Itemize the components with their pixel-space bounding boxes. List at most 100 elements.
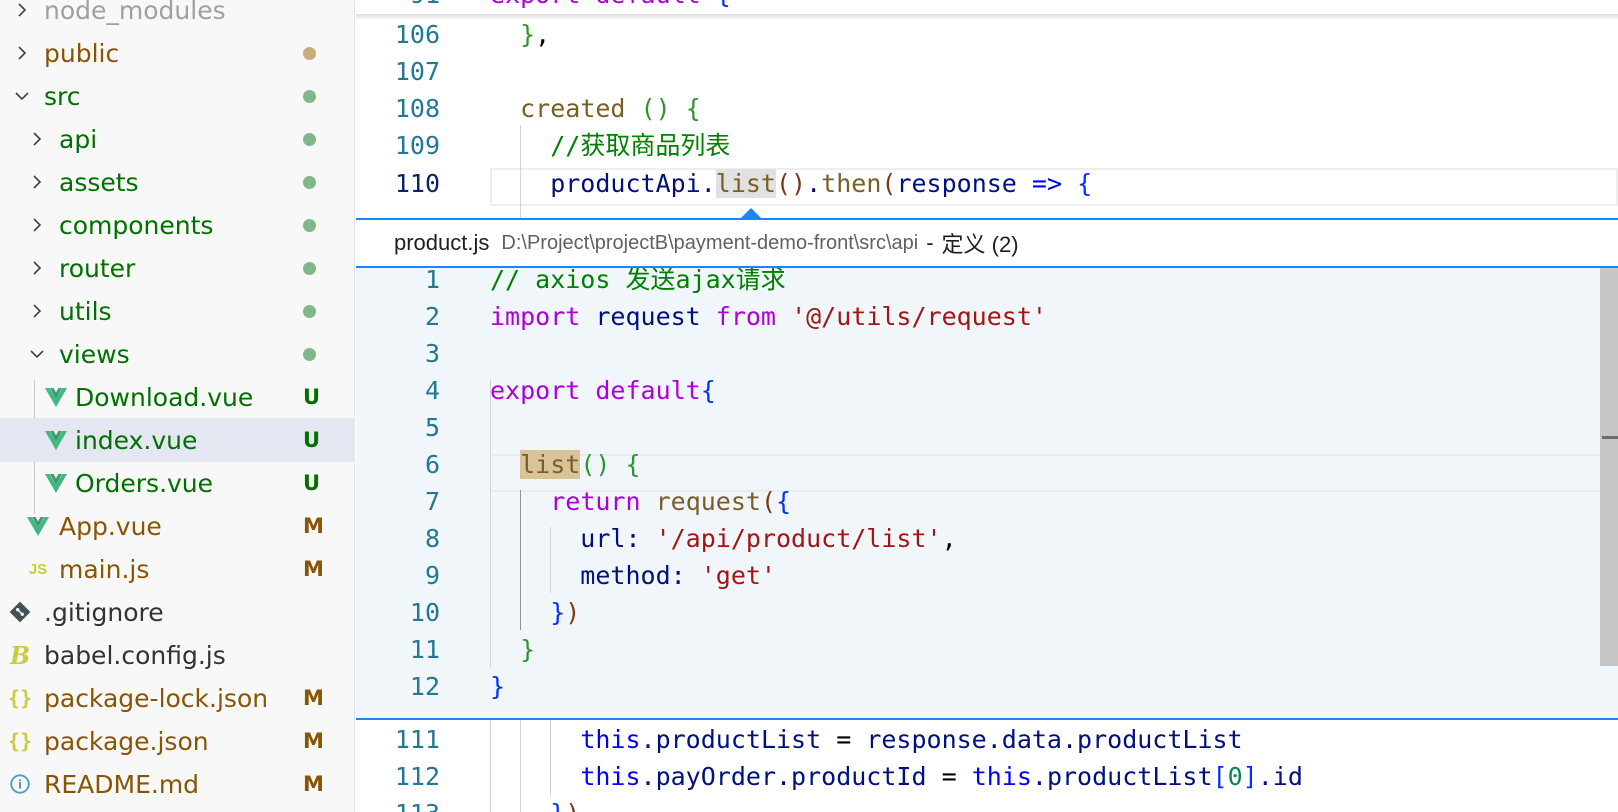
code-line[interactable]: 112 this.payOrder.productId = this.produ… (356, 758, 1618, 796)
code-token: } (490, 672, 506, 701)
chevron-right-icon[interactable] (14, 2, 30, 18)
chevron-right-icon[interactable] (29, 174, 45, 190)
code-token: export (490, 0, 580, 9)
tree-item-readme-md[interactable]: i README.md M (0, 762, 354, 806)
code-token: this (580, 725, 641, 754)
code-line[interactable]: 3 (356, 335, 1618, 373)
peek-definition-widget[interactable]: product.js D:\Project\projectB\payment-d… (356, 218, 1618, 720)
tree-item-label: utils (59, 296, 112, 326)
code-token: { (716, 0, 731, 9)
line-number: 91 (356, 0, 440, 14)
code-line[interactable]: 111 this.productList = response.data.pro… (356, 721, 1618, 759)
tree-item-node-modules[interactable]: node_modules (0, 0, 354, 32)
code-line[interactable]: 113 }) (356, 795, 1618, 812)
peek-definition-count: 定义 (2) (941, 232, 1019, 257)
tree-item-label: package-lock.json (44, 683, 269, 713)
code-text: export default{ (490, 372, 716, 410)
code-line[interactable]: 10 }) (356, 594, 1618, 632)
code-token: //获取商品列表 (550, 131, 731, 160)
code-text: }) (490, 594, 580, 632)
code-line[interactable]: 5 (356, 409, 1618, 447)
code-text: list() { (490, 446, 641, 484)
code-line[interactable]: 8 url: '/api/product/list', (356, 520, 1618, 558)
code-line[interactable]: 109 //获取商品列表 (356, 127, 1618, 165)
chevron-right-icon[interactable] (14, 45, 30, 61)
tree-item-utils[interactable]: utils (0, 289, 354, 333)
code-token: = (836, 725, 852, 754)
code-line[interactable]: 108 created () { (356, 90, 1618, 128)
peek-file-name[interactable]: product.js (394, 230, 489, 256)
line-number: 109 (394, 131, 440, 160)
code-token: return (550, 487, 641, 516)
code-line[interactable]: 11 } (356, 631, 1618, 669)
code-line[interactable]: 6 list() { (356, 446, 1618, 484)
code-token: , (535, 20, 551, 49)
peek-code[interactable]: 1 // axios 发送ajax请求 2 import request from '… (356, 268, 1618, 718)
tree-item-index-vue[interactable]: index.vue U (0, 418, 354, 462)
code-line[interactable]: 91 export default { (356, 0, 1618, 14)
vue-icon (26, 514, 50, 538)
chevron-right-icon[interactable] (29, 303, 45, 319)
code-token: this (580, 762, 641, 791)
chevron-right-icon[interactable] (29, 260, 45, 276)
tree-item-babel-config-js[interactable]: Bbabel.config.js (0, 633, 354, 677)
line-number: 107 (394, 57, 440, 86)
code-token: , (941, 524, 957, 553)
line-number: 110 (394, 169, 440, 198)
code-token: 0 (1227, 762, 1243, 791)
chevron-down-icon[interactable] (29, 346, 45, 362)
line-number: 113 (356, 795, 440, 812)
tree-item-assets[interactable]: assets (0, 160, 354, 204)
git-status-badge: U (303, 471, 321, 495)
tree-item-label: .gitignore (44, 597, 164, 627)
code-line[interactable]: 4 export default{ (356, 372, 1618, 410)
tree-item-gitignore[interactable]: .gitignore (0, 590, 354, 634)
code-editor[interactable]: 91export default {106 },107108 created (… (356, 0, 1618, 812)
peek-arrow (741, 208, 761, 218)
code-line[interactable]: 2 import request from '@/utils/request' (356, 298, 1618, 336)
code-line[interactable]: 106 }, (356, 16, 1618, 54)
git-status-dot (303, 218, 316, 232)
tree-item-components[interactable]: components (0, 203, 354, 247)
tree-item-public[interactable]: public (0, 31, 354, 75)
tree-item-src[interactable]: src (0, 74, 354, 118)
chevron-right-icon[interactable] (29, 217, 45, 233)
code-token: // axios 发送ajax请求 (490, 268, 786, 294)
code-line[interactable]: 1 // axios 发送ajax请求 (356, 268, 1618, 299)
chevron-down-icon[interactable] (14, 88, 30, 104)
code-text: } (490, 668, 505, 706)
tree-item-orders-vue[interactable]: Orders.vue U (0, 461, 354, 505)
code-line[interactable]: 7 return request({ (356, 483, 1618, 521)
code-token: ) (565, 799, 580, 812)
chevron-right-icon[interactable] (29, 131, 45, 147)
code-token: { (700, 376, 716, 405)
tree-item-app-vue[interactable]: App.vue M (0, 504, 354, 548)
tree-item-package-lock-json[interactable]: {} package-lock.json M (0, 676, 354, 720)
indent-guide (520, 125, 522, 218)
code-line[interactable]: 110 productApi.list().then(response => { (356, 165, 1618, 203)
peek-header[interactable]: product.js D:\Project\projectB\payment-d… (356, 220, 1618, 268)
code-token: .productList (1031, 762, 1213, 791)
tree-item-main-js[interactable]: JS main.js M (0, 547, 354, 591)
code-line[interactable]: 9 method: 'get' (356, 557, 1618, 595)
code-line[interactable]: 12} (356, 668, 1618, 706)
tree-item-views[interactable]: views (0, 332, 354, 376)
git-status-dot (303, 132, 316, 146)
tree-item-package-json[interactable]: {} package.json M (0, 719, 354, 763)
tree-item-download-vue[interactable]: Download.vue U (0, 375, 354, 419)
code-token: () (640, 94, 671, 123)
git-icon (8, 600, 32, 624)
line-number: 3 (424, 339, 440, 368)
tree-item-api[interactable]: api (0, 117, 354, 161)
tree-item-router[interactable]: router (0, 246, 354, 290)
code-line[interactable]: 107 (356, 53, 1618, 91)
code-token: productApi. (490, 169, 716, 198)
code-token: method: (490, 561, 701, 590)
tree-item-label: package.json (44, 726, 209, 756)
code-token: } (520, 635, 536, 664)
